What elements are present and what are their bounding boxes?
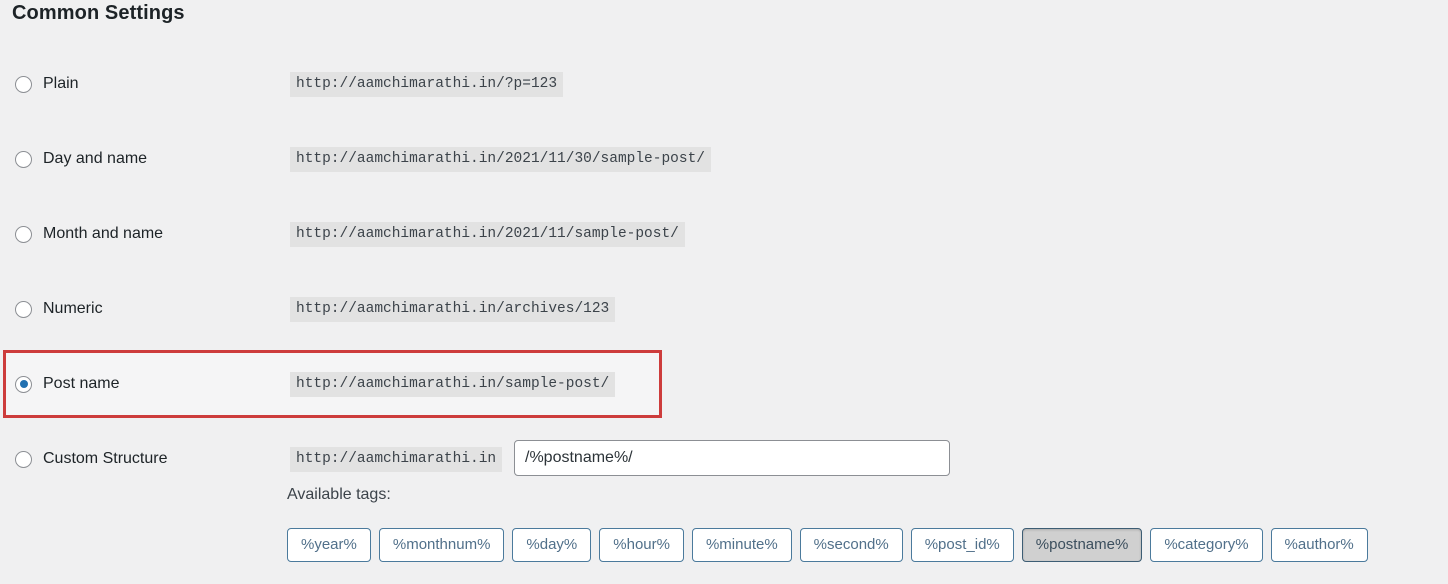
- option-label-day-and-name: Day and name: [43, 150, 148, 167]
- available-tags-label: Available tags:: [287, 486, 391, 503]
- permalink-example-month-and-name: http://aamchimarathi.in/2021/11/sample-p…: [290, 222, 685, 247]
- page-title: Common Settings: [12, 2, 185, 24]
- option-row-day-and-name[interactable]: Day and name: [0, 139, 147, 179]
- tag-button-year[interactable]: %year%: [287, 528, 371, 562]
- option-row-post-name[interactable]: Post name: [0, 364, 119, 404]
- tag-button-minute[interactable]: %minute%: [691, 528, 792, 562]
- radio-plain[interactable]: [15, 75, 32, 93]
- option-row-custom-structure[interactable]: Custom Structure: [0, 439, 167, 479]
- option-label-post-name: Post name: [43, 375, 120, 392]
- option-row-numeric[interactable]: Numeric: [0, 289, 103, 329]
- option-label-month-and-name: Month and name: [43, 225, 164, 242]
- custom-structure-prefix: http://aamchimarathi.in: [290, 447, 503, 472]
- radio-post-name[interactable]: [15, 375, 32, 393]
- radio-month-and-name[interactable]: [15, 225, 32, 243]
- tag-button-author[interactable]: %author%: [1270, 528, 1368, 562]
- option-label-custom-structure: Custom Structure: [43, 450, 168, 467]
- tag-button-hour[interactable]: %hour%: [599, 528, 684, 562]
- option-label-plain: Plain: [43, 75, 79, 92]
- tag-button-day[interactable]: %day%: [512, 528, 592, 562]
- permalink-example-plain: http://aamchimarathi.in/?p=123: [290, 72, 564, 97]
- option-row-month-and-name[interactable]: Month and name: [0, 214, 163, 254]
- permalink-example-numeric: http://aamchimarathi.in/archives/123: [290, 297, 616, 322]
- tag-button-post-id[interactable]: %post_id%: [910, 528, 1014, 562]
- tag-button-monthnum[interactable]: %monthnum%: [378, 528, 505, 562]
- option-label-numeric: Numeric: [43, 300, 103, 317]
- radio-custom-structure[interactable]: [15, 450, 32, 468]
- tag-button-category[interactable]: %category%: [1150, 528, 1263, 562]
- available-tags-list: %year% %monthnum% %day% %hour% %minute% …: [287, 528, 1368, 562]
- tag-button-second[interactable]: %second%: [799, 528, 903, 562]
- permalink-example-post-name: http://aamchimarathi.in/sample-post/: [290, 372, 616, 397]
- option-row-plain[interactable]: Plain: [0, 64, 79, 104]
- radio-day-and-name[interactable]: [15, 150, 32, 168]
- custom-structure-input[interactable]: [514, 440, 950, 476]
- tag-button-postname[interactable]: %postname%: [1021, 528, 1143, 562]
- radio-numeric[interactable]: [15, 300, 32, 318]
- permalink-example-day-and-name: http://aamchimarathi.in/2021/11/30/sampl…: [290, 147, 711, 172]
